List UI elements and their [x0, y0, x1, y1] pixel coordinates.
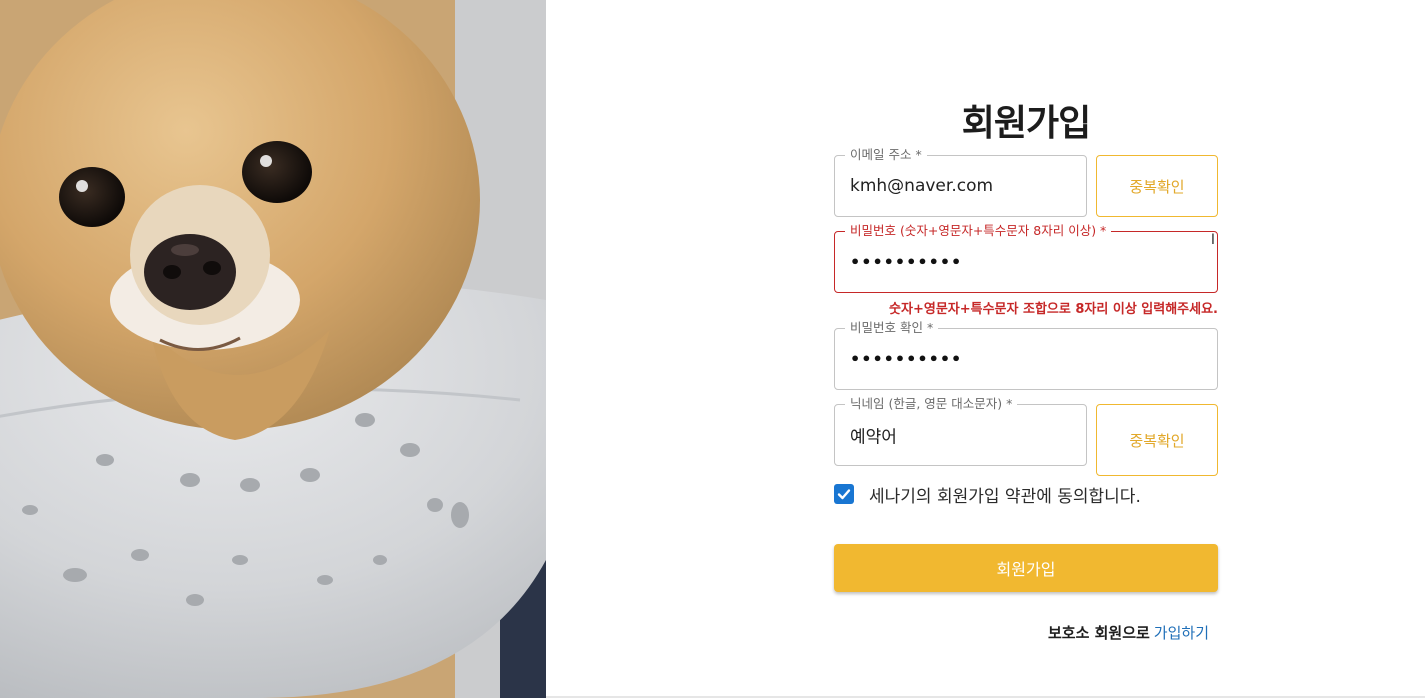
nickname-label: 닉네임 (한글, 영문 대소문자) * [845, 396, 1018, 412]
nickname-field[interactable]: 닉네임 (한글, 영문 대소문자) * 예약어 [834, 396, 1087, 466]
email-label: 이메일 주소 * [845, 147, 927, 163]
dog-photo [0, 0, 546, 698]
text-cursor-icon: I [1210, 232, 1215, 248]
password-confirm-field[interactable]: 비밀번호 확인 * •••••••••• [834, 320, 1218, 390]
signup-submit-button[interactable]: 회원가입 [834, 544, 1218, 592]
page-title: 회원가입 [961, 103, 1091, 144]
password-confirm-label: 비밀번호 확인 * [845, 320, 939, 336]
password-field[interactable]: 비밀번호 (숫자+영문자+특수문자 8자리 이상) * •••••••••• I [834, 223, 1218, 293]
nickname-duplicate-check-button[interactable]: 중복확인 [1096, 404, 1218, 476]
password-value[interactable]: •••••••••• [850, 253, 962, 272]
signup-page: 회원가입 이메일 주소 * kmh@naver.com 중복확인 비밀번호 (숫… [0, 0, 1425, 698]
checkmark-icon [837, 489, 851, 500]
email-duplicate-check-button[interactable]: 중복확인 [1096, 155, 1218, 217]
terms-agreement-label: 세나기의 회원가입 약관에 동의합니다. [869, 486, 1141, 507]
password-label: 비밀번호 (숫자+영문자+특수문자 8자리 이상) * [845, 223, 1112, 239]
password-error-message: 숫자+영문자+특수문자 조합으로 8자리 이상 입력해주세요. [889, 302, 1218, 317]
nickname-value[interactable]: 예약어 [850, 423, 897, 448]
shelter-signup-text: 보호소 회원으로 [1047, 624, 1150, 642]
shelter-signup-link[interactable]: 가입하기 [1154, 624, 1209, 642]
shelter-signup-row: 보호소 회원으로 가입하기 [1048, 622, 1209, 643]
password-confirm-value[interactable]: •••••••••• [850, 350, 962, 369]
email-value[interactable]: kmh@naver.com [850, 176, 993, 196]
terms-agreement-row: 세나기의 회원가입 약관에 동의합니다. [834, 482, 1141, 507]
terms-checkbox[interactable] [834, 484, 854, 504]
email-field[interactable]: 이메일 주소 * kmh@naver.com [834, 147, 1087, 217]
